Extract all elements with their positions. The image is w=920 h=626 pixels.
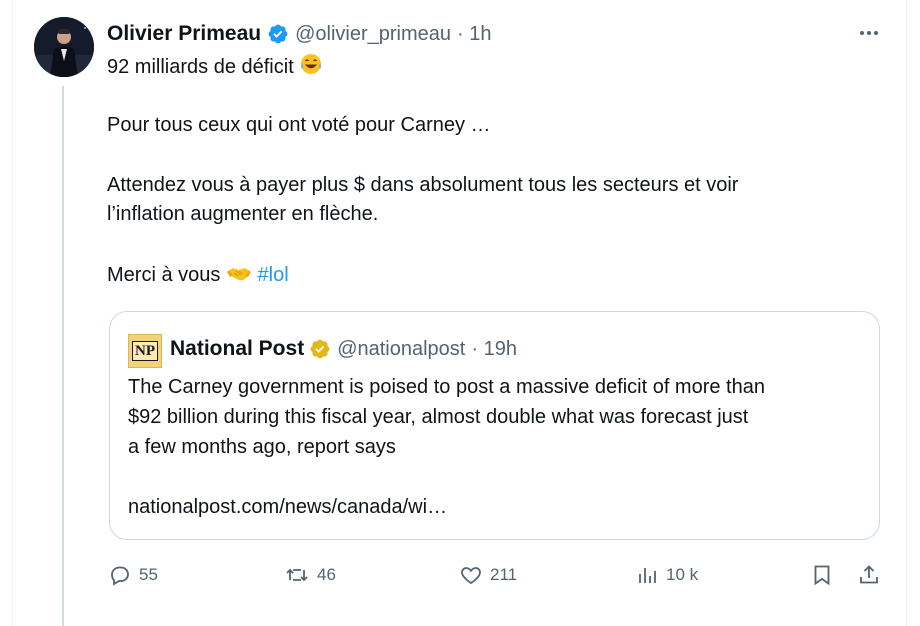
repost-icon <box>286 568 308 582</box>
view-count: 10 k <box>666 565 699 584</box>
avatar-image <box>34 17 94 77</box>
heart-icon <box>461 567 481 585</box>
repost-button[interactable]: 46 <box>283 559 336 591</box>
quoted-author-name[interactable]: National Post <box>170 337 304 361</box>
tweet-header: Olivier Primeau @olivier_primeau · 1h <box>107 19 491 49</box>
share-button[interactable] <box>857 559 881 591</box>
reply-button[interactable]: 55 <box>107 559 158 591</box>
views-button[interactable]: 10 k <box>636 559 698 591</box>
reply-icon <box>111 566 129 586</box>
bookmark-button[interactable] <box>810 559 834 591</box>
tweet-action-bar: 55 46 211 10 k <box>0 559 920 591</box>
tweet-line-5: Merci à vous #lol <box>107 264 289 286</box>
verified-gold-badge-icon[interactable] <box>309 338 331 360</box>
tweet-timestamp[interactable]: · 1h <box>457 23 491 46</box>
quoted-tweet-header: National Post @nationalpost · 19h <box>170 334 517 364</box>
tweet-line-3: Attendez vous à payer plus $ dans absolu… <box>107 174 739 196</box>
quoted-tweet-card[interactable]: NP National Post @nationalpost · 19h The… <box>109 311 880 540</box>
thread-connector-line <box>62 86 64 626</box>
quoted-line-1: The Carney government is poised to post … <box>128 376 765 398</box>
hashtag-link[interactable]: #lol <box>258 264 289 286</box>
quoted-line-3: a few months ago, report says <box>128 436 396 458</box>
handshake-emoji <box>226 268 251 281</box>
tweet-line-1: 92 milliards de déficit <box>107 52 887 82</box>
bookmark-icon <box>814 565 830 586</box>
like-count: 211 <box>490 565 518 584</box>
quoted-line-2: $92 billion during this fiscal year, alm… <box>128 406 749 428</box>
tweet-line-4: l’inflation augmenter en flèche. <box>107 203 379 225</box>
tweet-line-2: Pour tous ceux qui ont voté pour Carney … <box>107 114 491 136</box>
more-options-icon[interactable] <box>856 22 882 44</box>
author-handle[interactable]: @olivier_primeau <box>295 23 451 46</box>
timeline-border-left <box>12 0 13 626</box>
quoted-timestamp[interactable]: · 19h <box>471 338 517 361</box>
author-name[interactable]: Olivier Primeau <box>107 22 261 46</box>
avatar[interactable] <box>34 17 94 77</box>
verified-badge-icon[interactable] <box>267 23 289 45</box>
timeline-border-right <box>906 0 907 626</box>
like-button[interactable]: 211 <box>458 559 517 591</box>
share-icon <box>860 565 878 584</box>
quoted-link[interactable]: nationalpost.com/news/canada/wi… <box>128 492 868 522</box>
repost-count: 46 <box>317 565 336 584</box>
analytics-icon <box>639 568 656 583</box>
national-post-logo[interactable]: NP <box>128 334 162 368</box>
reply-count: 55 <box>139 565 158 584</box>
face-with-tears-of-joy-emoji <box>301 54 322 74</box>
quoted-author-handle[interactable]: @nationalpost <box>337 338 465 361</box>
